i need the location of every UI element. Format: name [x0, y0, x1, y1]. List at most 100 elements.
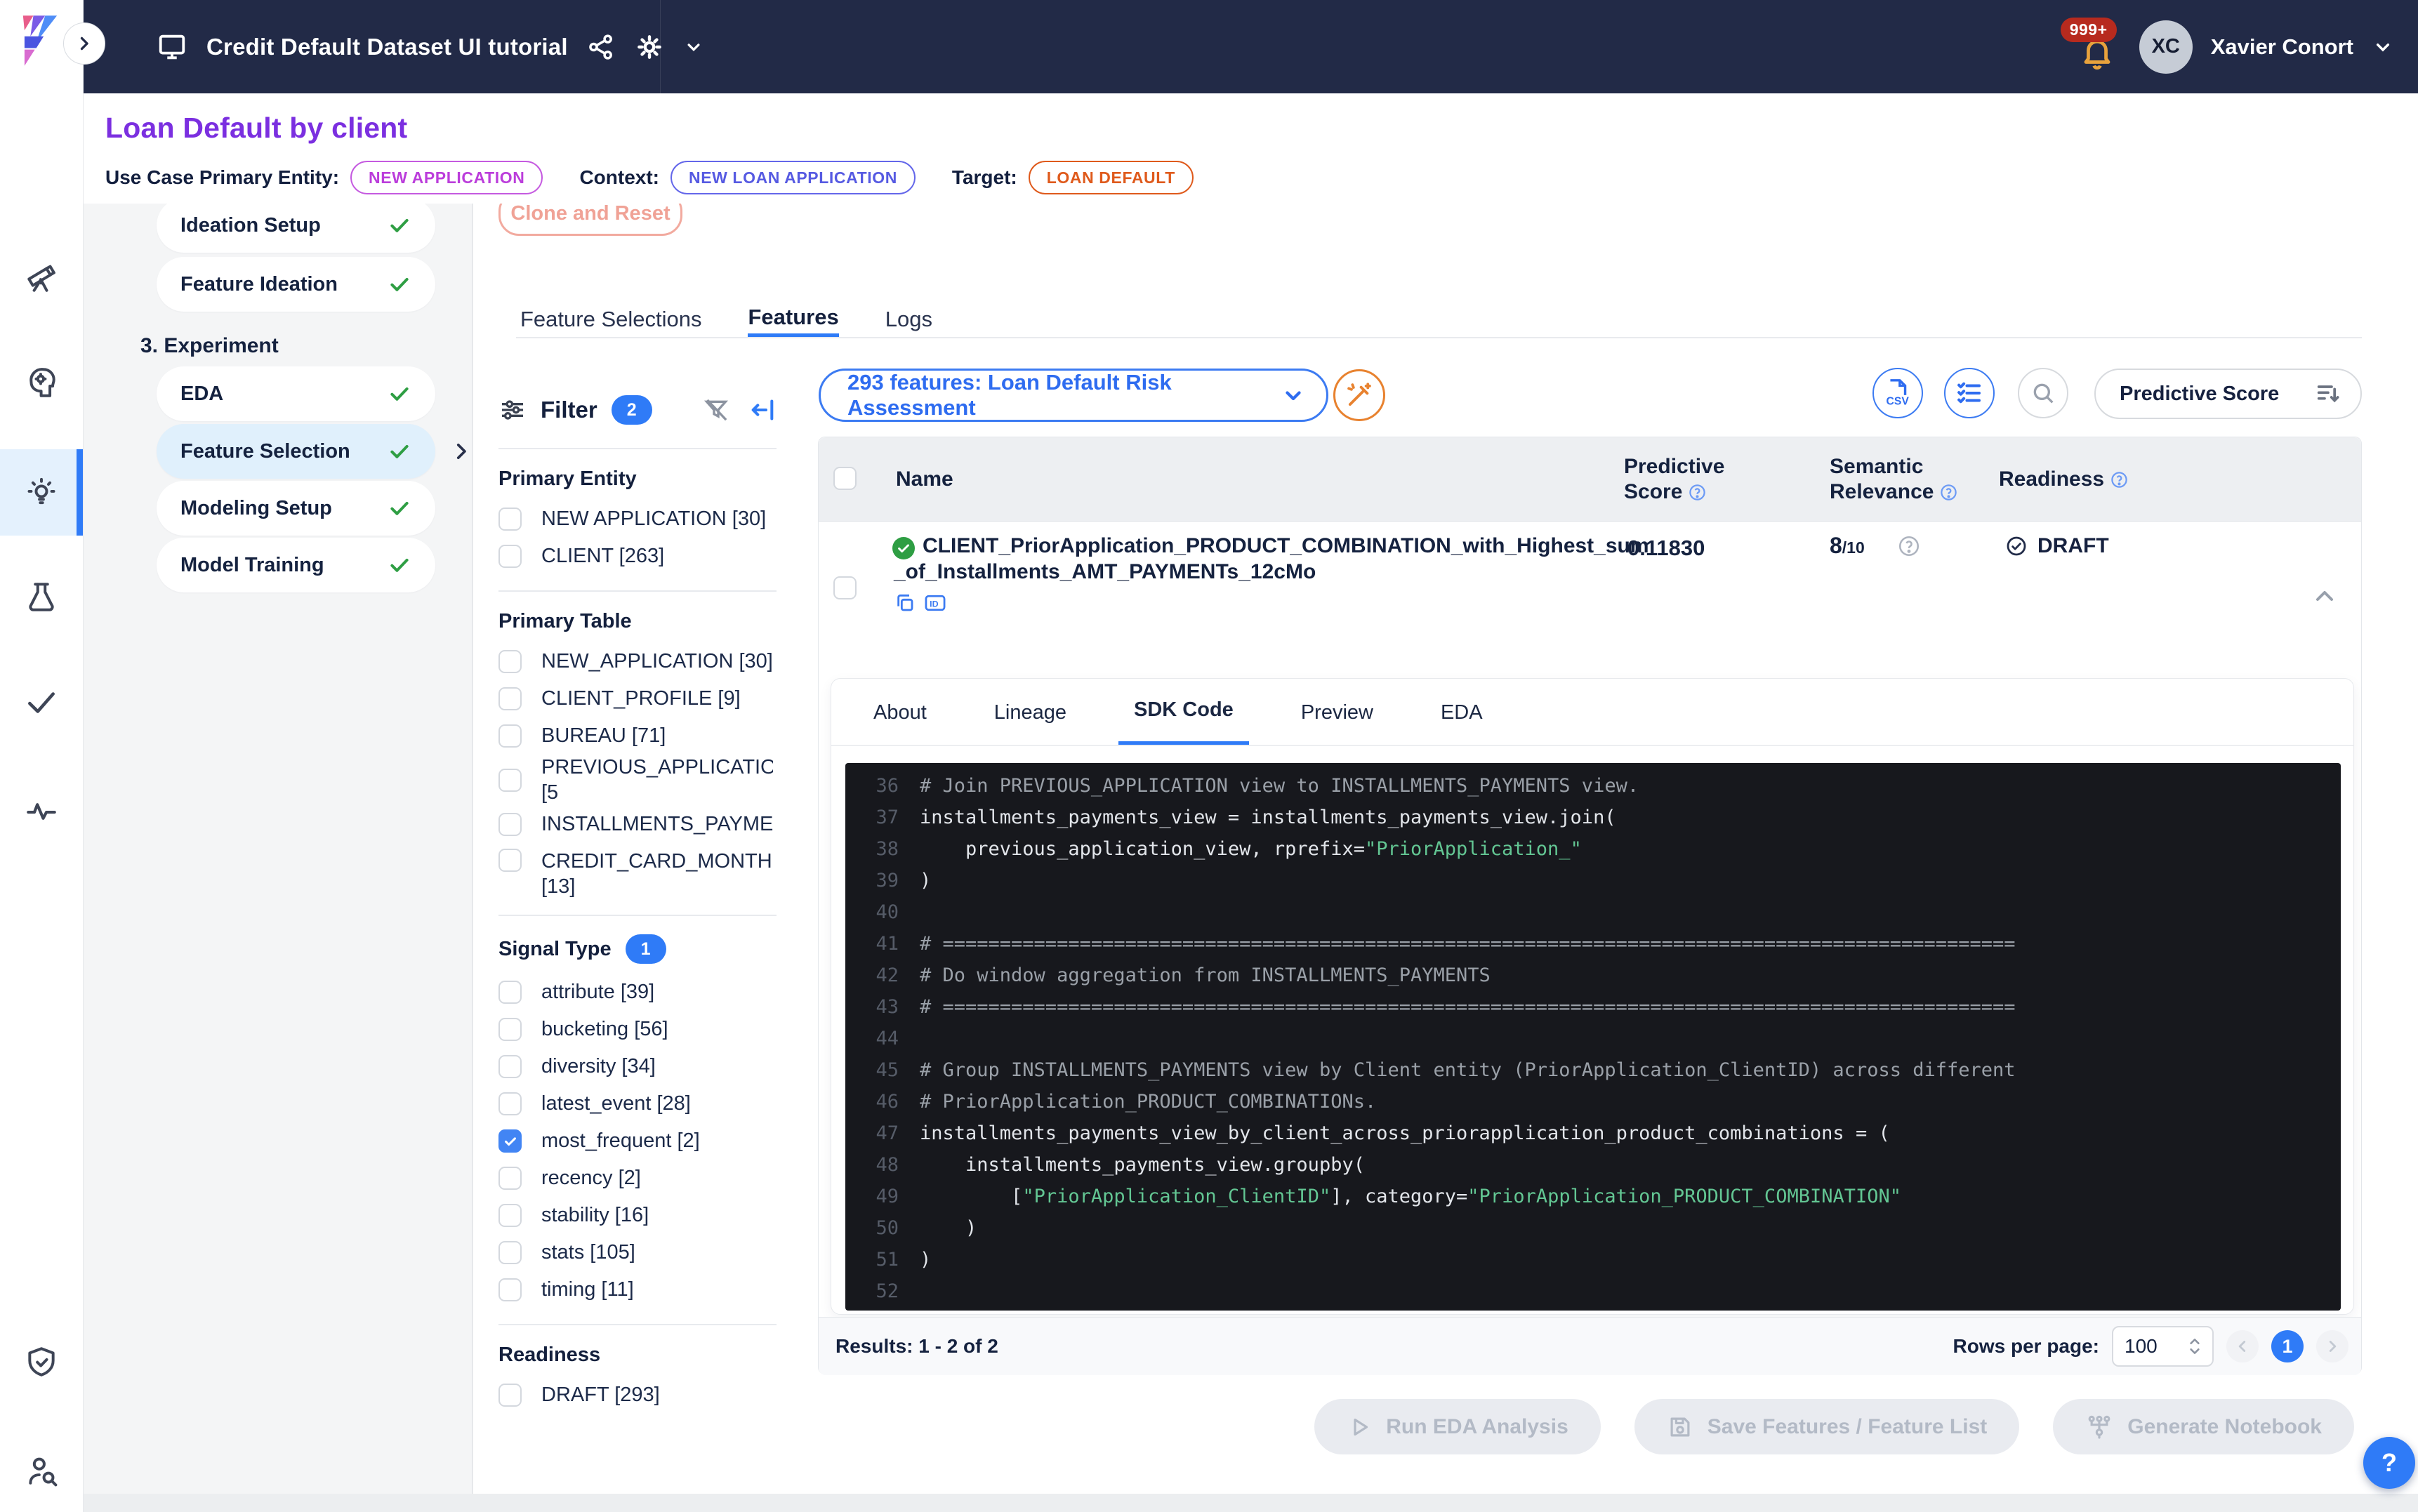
tab-features[interactable]: Features	[748, 300, 838, 338]
sidebar-item-flask-icon[interactable]	[0, 563, 83, 630]
filter-option[interactable]: NEW APPLICATION [30]	[498, 500, 777, 538]
help-circle-icon[interactable]	[1688, 483, 1707, 502]
checkbox[interactable]	[498, 1018, 522, 1041]
tab-feature-selections[interactable]: Feature Selections	[520, 300, 701, 338]
app-logo-icon[interactable]	[11, 8, 70, 73]
column-name[interactable]: Name	[896, 467, 953, 492]
checkbox[interactable]	[498, 1092, 522, 1115]
help-circle-icon[interactable]	[1939, 483, 1958, 502]
filter-option[interactable]: timing [11]	[498, 1271, 777, 1308]
help-button[interactable]: ?	[2363, 1437, 2415, 1489]
sidebar-item-activity-icon[interactable]	[0, 777, 83, 844]
sidebar-item-shield-check-icon[interactable]	[0, 1328, 83, 1395]
row-checkbox[interactable]	[833, 576, 857, 599]
flask-icon	[24, 579, 59, 614]
sidebar-item-check-icon[interactable]	[0, 668, 83, 736]
next-page-button[interactable]	[2316, 1330, 2348, 1362]
stepnav-item-feature-ideation[interactable]: Feature Ideation	[157, 257, 435, 312]
sdk-code-block[interactable]: 36# Join PREVIOUS_APPLICATION view to IN…	[845, 763, 2341, 1311]
sidebar-item-ai-brain-icon[interactable]	[0, 349, 83, 416]
help-circle-icon[interactable]	[1897, 534, 1921, 558]
stepnav-item-feature-selection[interactable]: Feature Selection	[157, 424, 435, 479]
gear-icon[interactable]	[634, 32, 665, 62]
user-menu-chevron-icon[interactable]	[2372, 36, 2394, 58]
filter-option[interactable]: stats [105]	[498, 1234, 777, 1271]
sidebar-item-user-search-icon[interactable]	[0, 1437, 83, 1504]
collapse-panel-icon[interactable]	[748, 396, 777, 424]
stepper-icon[interactable]	[2186, 1336, 2204, 1357]
stepnav-item-modeling-setup[interactable]: Modeling Setup	[157, 481, 435, 536]
magic-wand-button[interactable]	[1333, 369, 1385, 421]
detail-tab-eda[interactable]: EDA	[1425, 679, 1498, 746]
checkbox[interactable]	[498, 508, 522, 531]
checkbox[interactable]	[498, 1204, 522, 1227]
prev-page-button[interactable]	[2226, 1330, 2259, 1362]
checkbox[interactable]	[498, 1167, 522, 1190]
download-csv-button[interactable]: CSV	[1872, 368, 1923, 418]
generate-notebook-button[interactable]: Generate Notebook	[2053, 1399, 2354, 1454]
filter-option[interactable]: INSTALLMENTS_PAYMENTS	[498, 806, 777, 843]
checkbox[interactable]	[498, 981, 522, 1004]
feature-name[interactable]: CLIENT_PriorApplication_PRODUCT_COMBINAT…	[923, 533, 1649, 585]
filter-option[interactable]: CLIENT [263]	[498, 538, 777, 575]
filter-option[interactable]: recency [2]	[498, 1160, 777, 1197]
checkbox[interactable]	[498, 545, 522, 568]
id-badge-icon[interactable]: ID	[923, 592, 947, 614]
rows-per-page-input[interactable]: 100	[2112, 1326, 2214, 1367]
page-number-button[interactable]: 1	[2271, 1330, 2304, 1362]
stepnav-item-ideation-setup[interactable]: Ideation Setup	[157, 204, 435, 253]
notifications-button[interactable]: 999+	[2076, 19, 2121, 75]
sidebar-item-lightbulb-icon[interactable]	[0, 449, 83, 536]
run-eda-analysis-button[interactable]: Run EDA Analysis	[1314, 1399, 1601, 1454]
filter-option[interactable]: BUREAU [71]	[498, 717, 777, 755]
tab-logs[interactable]: Logs	[885, 300, 932, 338]
select-all-checkbox[interactable]	[833, 467, 857, 490]
sort-select[interactable]: Predictive Score	[2094, 369, 2362, 419]
filter-option[interactable]: stability [16]	[498, 1197, 777, 1234]
filter-option[interactable]: PREVIOUS_APPLICATION [5	[498, 755, 777, 806]
sidebar-expand-button[interactable]	[63, 22, 105, 65]
detail-tab-sdk-code[interactable]: SDK Code	[1118, 679, 1249, 746]
search-button[interactable]	[2018, 368, 2068, 418]
clear-filter-icon[interactable]	[702, 396, 730, 424]
share-icon[interactable]	[586, 32, 616, 62]
checkbox[interactable]	[498, 849, 522, 872]
checkbox[interactable]	[498, 769, 522, 792]
column-semantic-relevance[interactable]: Semantic Relevance	[1830, 454, 1958, 505]
stepnav-item-eda[interactable]: EDA	[157, 366, 435, 421]
checkbox[interactable]	[498, 813, 522, 836]
filter-option[interactable]: CREDIT_CARD_MONTHLY_B [13]	[498, 843, 777, 900]
filter-option[interactable]: most_frequent [2]	[498, 1122, 777, 1160]
filter-option[interactable]: CLIENT_PROFILE [9]	[498, 680, 777, 717]
user-avatar[interactable]: XC	[2139, 20, 2193, 74]
save-features-feature-list-button[interactable]: Save Features / Feature List	[1634, 1399, 2020, 1454]
checkbox[interactable]	[498, 1241, 522, 1264]
activity-icon	[24, 793, 59, 828]
detail-tab-preview[interactable]: Preview	[1286, 679, 1389, 746]
filter-option[interactable]: NEW_APPLICATION [30]	[498, 643, 777, 680]
clone-and-reset-button[interactable]: Clone and Reset	[498, 204, 682, 236]
copy-icon[interactable]	[894, 592, 916, 614]
column-predictive-score[interactable]: Predictive Score	[1624, 454, 1724, 505]
check-icon	[24, 684, 59, 719]
checkbox[interactable]	[498, 687, 522, 710]
feature-list-dropdown[interactable]: 293 features: Loan Default Risk Assessme…	[819, 369, 1328, 422]
filter-option[interactable]: diversity [34]	[498, 1048, 777, 1085]
help-circle-icon[interactable]	[2110, 470, 2129, 489]
sidebar-item-telescope-icon[interactable]	[0, 244, 83, 311]
checkbox[interactable]	[498, 1129, 522, 1153]
detail-tab-about[interactable]: About	[858, 679, 942, 746]
checkbox[interactable]	[498, 650, 522, 673]
checkbox[interactable]	[498, 724, 522, 748]
checkbox[interactable]	[498, 1055, 522, 1078]
detail-tab-lineage[interactable]: Lineage	[979, 679, 1082, 746]
filter-option[interactable]: latest_event [28]	[498, 1085, 777, 1122]
chevron-down-icon[interactable]	[683, 37, 704, 58]
collapse-row-chevron-icon[interactable]	[2311, 582, 2339, 610]
feature-checklist-button[interactable]	[1944, 368, 1995, 418]
column-readiness[interactable]: Readiness	[1999, 467, 2129, 492]
filter-option[interactable]: attribute [39]	[498, 974, 777, 1011]
stepnav-item-model-training[interactable]: Model Training	[157, 538, 435, 592]
checkbox[interactable]	[498, 1278, 522, 1301]
filter-option[interactable]: bucketing [56]	[498, 1011, 777, 1048]
